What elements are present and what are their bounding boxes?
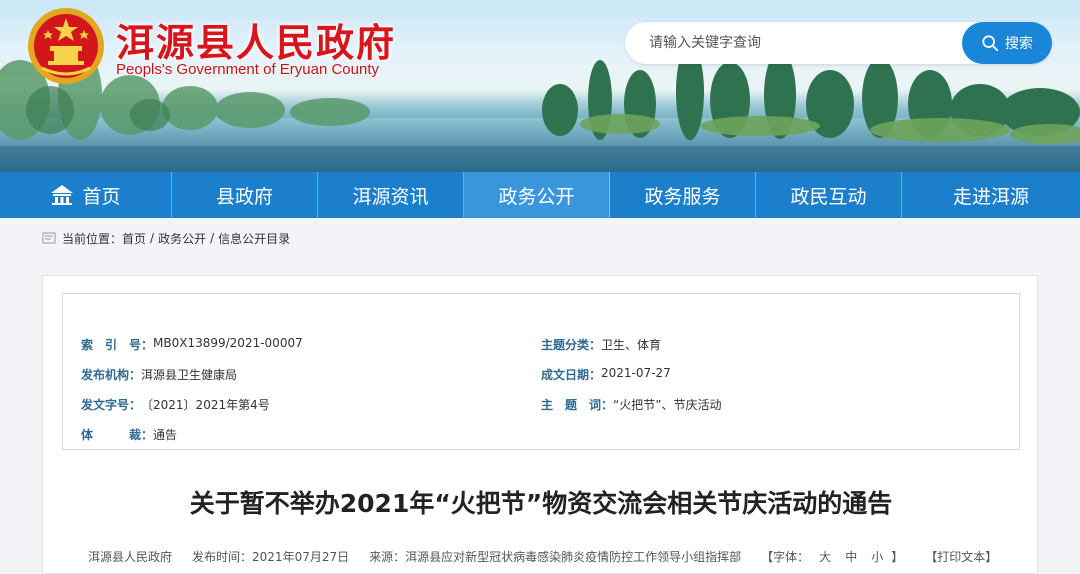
nav-item-about-eryuan[interactable]: 走进洱源 [902, 172, 1080, 218]
search-box: 搜索 [625, 22, 1052, 64]
header-banner: 洱源县人民政府 Peopls's Government of Eryuan Co… [0, 0, 1080, 172]
home-icon [51, 185, 74, 205]
article-info: 洱源县人民政府 发布时间： 2021年07月27日 来源： 洱源县应对新型冠状病… [88, 548, 997, 565]
font-size-small-button[interactable]: 小 [871, 548, 883, 565]
article-publisher: 洱源县人民政府 [88, 550, 173, 564]
breadcrumb-catalog[interactable]: 信息公开目录 [218, 230, 290, 247]
meta-value: 2021-07-27 [601, 366, 671, 380]
search-button-label: 搜索 [1005, 36, 1033, 52]
nav-label: 走进洱源 [952, 185, 1029, 208]
meta-label: 主题分类： [541, 338, 602, 352]
document-meta-box: 索 引 号： MB0X13899/2021-00007 发布机构： 洱源县卫生健… [62, 293, 1020, 450]
nav-label: 县政府 [215, 185, 273, 208]
article-title: 关于暂不举办2021年“火把节”物资交流会相关节庆活动的通告 [189, 489, 893, 518]
search-icon [982, 35, 999, 52]
nav-label: 首页 [82, 185, 121, 208]
article-time-label: 发布时间： [192, 550, 253, 564]
breadcrumb-separator: / [210, 231, 215, 245]
breadcrumb-home[interactable]: 首页 [122, 230, 146, 247]
meta-category: 主题分类： 卫生、体育 [541, 336, 661, 353]
nav-item-interaction[interactable]: 政民互动 [756, 172, 902, 218]
font-size-label: 【字体： [761, 550, 810, 564]
print-button[interactable]: 【打印文本】 [925, 548, 997, 565]
meta-label: 索 引 号： [81, 338, 154, 352]
breadcrumb-prefix: 当前位置： [62, 231, 123, 246]
location-icon [42, 232, 56, 244]
font-size-close: 】 [891, 550, 904, 564]
nav-label: 洱源资讯 [352, 185, 429, 208]
nav-label: 政务公开 [498, 185, 575, 208]
national-emblem-icon [28, 8, 104, 84]
meta-label: 发文字号： [81, 398, 142, 412]
meta-docno: 发文字号： 〔2021〕2021年第4号 [81, 396, 270, 413]
nav-item-news[interactable]: 洱源资讯 [318, 172, 464, 218]
site-subtitle: Peopls's Government of Eryuan County [116, 61, 379, 78]
main-nav: 首页 县政府 洱源资讯 政务公开 政务服务 政民互动 走进洱源 [0, 172, 1080, 218]
meta-genre: 体 裁： 通告 [81, 426, 177, 443]
meta-value: 通告 [153, 428, 178, 442]
meta-value: 〔2021〕2021年第4号 [141, 398, 270, 412]
meta-index: 索 引 号： MB0X13899/2021-00007 [81, 336, 303, 353]
meta-label: 主 题 词： [541, 398, 614, 412]
nav-item-services[interactable]: 政务服务 [610, 172, 756, 218]
nav-item-government-affairs[interactable]: 政务公开 [464, 172, 610, 218]
meta-label: 成文日期： [541, 368, 602, 382]
nav-label: 政务服务 [644, 185, 721, 208]
nav-item-county-government[interactable]: 县政府 [172, 172, 318, 218]
content-panel: 索 引 号： MB0X13899/2021-00007 发布机构： 洱源县卫生健… [42, 275, 1038, 574]
font-size-large-button[interactable]: 大 [819, 548, 831, 565]
font-size-medium-button[interactable]: 中 [845, 548, 857, 565]
meta-org: 发布机构： 洱源县卫生健康局 [81, 366, 237, 383]
search-button[interactable]: 搜索 [962, 22, 1052, 64]
article-time: 2021年07月27日 [252, 550, 350, 564]
nav-item-home[interactable]: 首页 [0, 172, 172, 218]
article-source: 洱源县应对新型冠状病毒感染肺炎疫情防控工作领导小组指挥部 [405, 550, 742, 564]
meta-label: 发布机构： [81, 368, 142, 382]
breadcrumb-government-affairs[interactable]: 政务公开 [158, 230, 206, 247]
meta-value: MB0X13899/2021-00007 [153, 336, 303, 350]
meta-value: “火把节”、节庆活动 [613, 398, 722, 412]
article-source-label: 来源： [369, 550, 406, 564]
meta-keywords: 主 题 词： “火把节”、节庆活动 [541, 396, 721, 413]
meta-value: 洱源县卫生健康局 [141, 368, 238, 382]
meta-date: 成文日期： 2021-07-27 [541, 366, 671, 383]
site-title: 洱源县人民政府 [116, 21, 397, 65]
meta-label: 体 裁： [81, 428, 154, 442]
breadcrumb: 当前位置： 首页 / 政务公开 / 信息公开目录 [42, 228, 290, 248]
nav-label: 政民互动 [790, 185, 867, 208]
breadcrumb-separator: / [150, 231, 155, 245]
search-input[interactable] [649, 22, 969, 64]
meta-value: 卫生、体育 [601, 338, 662, 352]
